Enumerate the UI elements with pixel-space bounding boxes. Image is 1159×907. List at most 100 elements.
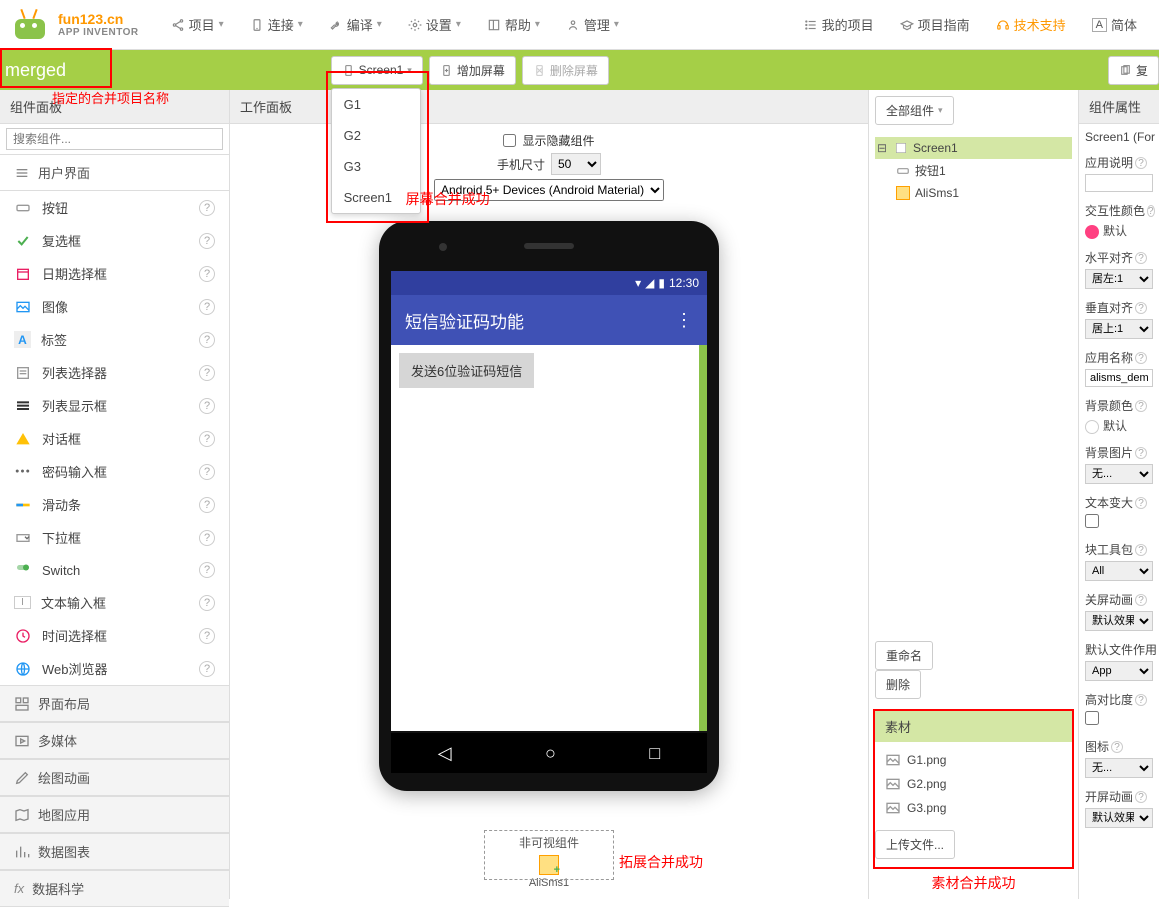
help-icon[interactable]: ? bbox=[199, 562, 215, 578]
add-phone-icon bbox=[440, 64, 453, 77]
gear-icon bbox=[408, 18, 422, 32]
menu-support[interactable]: 技术支持 bbox=[984, 9, 1078, 40]
palette-cat-charts[interactable]: 数据图表 bbox=[0, 833, 229, 870]
prop-bgimage[interactable]: 无... bbox=[1085, 464, 1153, 484]
button-icon bbox=[895, 163, 911, 179]
media-g1[interactable]: G1.png bbox=[885, 748, 1062, 772]
screen-selector[interactable]: Screen1▾ bbox=[331, 56, 423, 85]
all-components-button[interactable]: 全部组件▾ bbox=[875, 96, 954, 125]
palette-listview[interactable]: 列表显示框? bbox=[0, 389, 229, 422]
palette-cat-media[interactable]: 多媒体 bbox=[0, 722, 229, 759]
palette-cat-data[interactable]: fx数据科学 bbox=[0, 870, 229, 907]
prop-openanim[interactable]: 默认效果 bbox=[1085, 808, 1153, 828]
prop-closeanim[interactable]: 默认效果 bbox=[1085, 611, 1153, 631]
noncomp-alisms[interactable]: AliSms1 bbox=[529, 855, 569, 889]
menu-connect[interactable]: 连接▾ bbox=[238, 9, 315, 40]
screen-option-g1[interactable]: G1 bbox=[332, 89, 420, 120]
palette-webviewer[interactable]: Web浏览器? bbox=[0, 652, 229, 685]
help-icon[interactable]: ? bbox=[199, 332, 215, 348]
help-icon[interactable]: ? bbox=[199, 464, 215, 480]
prop-highcontrast[interactable] bbox=[1085, 711, 1099, 725]
screen-option-g2[interactable]: G2 bbox=[332, 120, 420, 151]
palette-cat-ui[interactable]: 用户界面 bbox=[0, 154, 229, 191]
help-icon[interactable]: ? bbox=[199, 628, 215, 644]
copy-button[interactable]: 复 bbox=[1108, 56, 1159, 85]
sms-button[interactable]: 发送6位验证码短信 bbox=[399, 353, 534, 388]
palette-spinner[interactable]: 下拉框? bbox=[0, 521, 229, 554]
palette-switch[interactable]: Switch? bbox=[0, 554, 229, 586]
menu-manage[interactable]: 管理▾ bbox=[554, 9, 631, 40]
show-hidden-checkbox[interactable] bbox=[503, 134, 516, 147]
component-tree: ⊟ Screen1 按钮1 AliSms1 bbox=[869, 131, 1078, 635]
palette-checkbox[interactable]: 复选框? bbox=[0, 224, 229, 257]
palette-listpicker[interactable]: 列表选择器? bbox=[0, 356, 229, 389]
menu-build[interactable]: 编译▾ bbox=[317, 9, 394, 40]
prop-blocks[interactable]: All bbox=[1085, 561, 1153, 581]
palette-image[interactable]: 图像? bbox=[0, 290, 229, 323]
palette-slider[interactable]: 滑动条? bbox=[0, 488, 229, 521]
palette-timepicker[interactable]: 时间选择框? bbox=[0, 619, 229, 652]
phone-icon bbox=[342, 64, 355, 77]
tree-alisms1[interactable]: AliSms1 bbox=[893, 182, 1072, 204]
properties-header: 组件属性 bbox=[1079, 90, 1159, 124]
menu-help[interactable]: 帮助▾ bbox=[475, 9, 552, 40]
prop-appname[interactable] bbox=[1085, 369, 1153, 387]
phone-size-select[interactable]: 50 bbox=[551, 153, 601, 175]
menu-settings[interactable]: 设置▾ bbox=[396, 9, 473, 40]
delete-button[interactable]: 删除 bbox=[875, 670, 921, 699]
prop-icon[interactable]: 无... bbox=[1085, 758, 1153, 778]
right-buttons: 复 bbox=[1108, 56, 1159, 85]
palette-datepicker[interactable]: 日期选择框? bbox=[0, 257, 229, 290]
media-g3[interactable]: G3.png bbox=[885, 796, 1062, 820]
media-g2[interactable]: G2.png bbox=[885, 772, 1062, 796]
rename-button[interactable]: 重命名 bbox=[875, 641, 933, 670]
prop-defaultfile[interactable]: App bbox=[1085, 661, 1153, 681]
palette-label[interactable]: A标签? bbox=[0, 323, 229, 356]
palette-textbox[interactable]: I文本输入框? bbox=[0, 586, 229, 619]
calendar-icon bbox=[14, 265, 32, 283]
help-icon[interactable]: ? bbox=[199, 497, 215, 513]
menu-guide[interactable]: 项目指南 bbox=[888, 9, 982, 40]
help-icon[interactable]: ? bbox=[199, 595, 215, 611]
help-icon[interactable]: ? bbox=[199, 266, 215, 282]
help-icon[interactable]: ? bbox=[199, 661, 215, 677]
back-icon[interactable]: ◁ bbox=[438, 743, 452, 764]
menu-myprojects[interactable]: 我的项目 bbox=[792, 9, 886, 40]
palette-cat-maps[interactable]: 地图应用 bbox=[0, 796, 229, 833]
help-icon[interactable]: ? bbox=[199, 398, 215, 414]
menu-dots-icon[interactable]: ⋮ bbox=[675, 310, 693, 331]
help-icon[interactable]: ? bbox=[199, 431, 215, 447]
add-screen-button[interactable]: 增加屏幕 bbox=[429, 56, 516, 85]
home-icon[interactable]: ○ bbox=[545, 743, 556, 764]
upload-button[interactable]: 上传文件... bbox=[875, 830, 955, 859]
prop-bigtext[interactable] bbox=[1085, 514, 1099, 528]
palette-search[interactable] bbox=[6, 128, 223, 150]
logo-icon bbox=[10, 9, 50, 41]
menu-lang[interactable]: A简体 bbox=[1080, 9, 1149, 40]
lang-icon: A bbox=[1092, 18, 1107, 32]
help-icon[interactable]: ? bbox=[199, 530, 215, 546]
palette-cat-layout[interactable]: 界面布局 bbox=[0, 685, 229, 722]
prop-bgcolor[interactable]: 默认 bbox=[1085, 417, 1153, 434]
logo[interactable]: fun123.cn APP INVENTOR bbox=[10, 9, 139, 41]
tree-button1[interactable]: 按钮1 bbox=[893, 159, 1072, 182]
palette-button[interactable]: 按钮? bbox=[0, 191, 229, 224]
prop-valign[interactable]: 居上:1 bbox=[1085, 319, 1153, 339]
palette-cat-anim[interactable]: 绘图动画 bbox=[0, 759, 229, 796]
delete-screen-button[interactable]: 删除屏幕 bbox=[522, 56, 609, 85]
prop-halign[interactable]: 居左:1 bbox=[1085, 269, 1153, 289]
menu-project[interactable]: 项目▾ bbox=[159, 9, 236, 40]
screen-option-g3[interactable]: G3 bbox=[332, 151, 420, 182]
tree-screen1[interactable]: ⊟ Screen1 bbox=[875, 137, 1072, 159]
help-icon[interactable]: ? bbox=[199, 365, 215, 381]
app-content[interactable]: 发送6位验证码短信 bbox=[391, 345, 707, 731]
prop-desc-input[interactable] bbox=[1085, 174, 1153, 192]
recent-icon[interactable]: □ bbox=[649, 743, 660, 764]
help-icon[interactable]: ? bbox=[199, 233, 215, 249]
palette-notifier[interactable]: 对话框? bbox=[0, 422, 229, 455]
palette-password[interactable]: ●●●密码输入框? bbox=[0, 455, 229, 488]
help-icon[interactable]: ? bbox=[199, 299, 215, 315]
collapse-icon[interactable]: ⊟ bbox=[877, 141, 889, 155]
help-icon[interactable]: ? bbox=[199, 200, 215, 216]
prop-accent[interactable]: 默认 bbox=[1085, 222, 1153, 239]
